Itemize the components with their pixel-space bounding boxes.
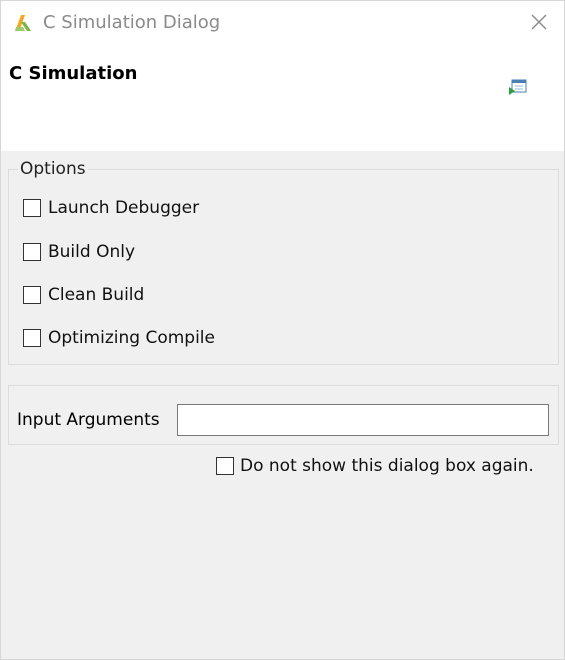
launch-debugger-checkbox[interactable] <box>23 199 41 217</box>
launch-debugger-option[interactable]: Launch Debugger <box>23 196 199 220</box>
input-arguments-field[interactable] <box>177 404 549 436</box>
clean-build-checkbox[interactable] <box>23 286 41 304</box>
build-only-checkbox[interactable] <box>23 243 41 261</box>
clean-build-label: Clean Build <box>48 285 145 305</box>
optimizing-compile-checkbox[interactable] <box>23 329 41 347</box>
clean-build-option[interactable]: Clean Build <box>23 283 144 307</box>
build-only-option[interactable]: Build Only <box>23 240 135 264</box>
title-bar: C Simulation Dialog <box>1 1 564 45</box>
page-title: C Simulation <box>9 63 138 84</box>
optimizing-compile-option[interactable]: Optimizing Compile <box>23 326 215 350</box>
input-arguments-label: Input Arguments <box>17 410 160 430</box>
optimizing-compile-label: Optimizing Compile <box>48 328 215 348</box>
dont-show-again-checkbox[interactable] <box>216 457 234 475</box>
vitis-logo-icon <box>13 13 33 33</box>
window-title: C Simulation Dialog <box>43 12 221 33</box>
dont-show-again-label: Do not show this dialog box again. <box>240 456 534 476</box>
options-legend: Options <box>18 158 88 180</box>
dialog-header: C Simulation <box>1 45 564 151</box>
launch-debugger-label: Launch Debugger <box>48 198 200 218</box>
c-simulation-dialog: C Simulation Dialog C Simulation Options… <box>0 0 565 660</box>
build-only-label: Build Only <box>48 242 136 262</box>
run-simulation-icon <box>508 79 528 97</box>
close-icon[interactable] <box>528 11 550 33</box>
dont-show-again-option[interactable]: Do not show this dialog box again. <box>216 454 534 478</box>
